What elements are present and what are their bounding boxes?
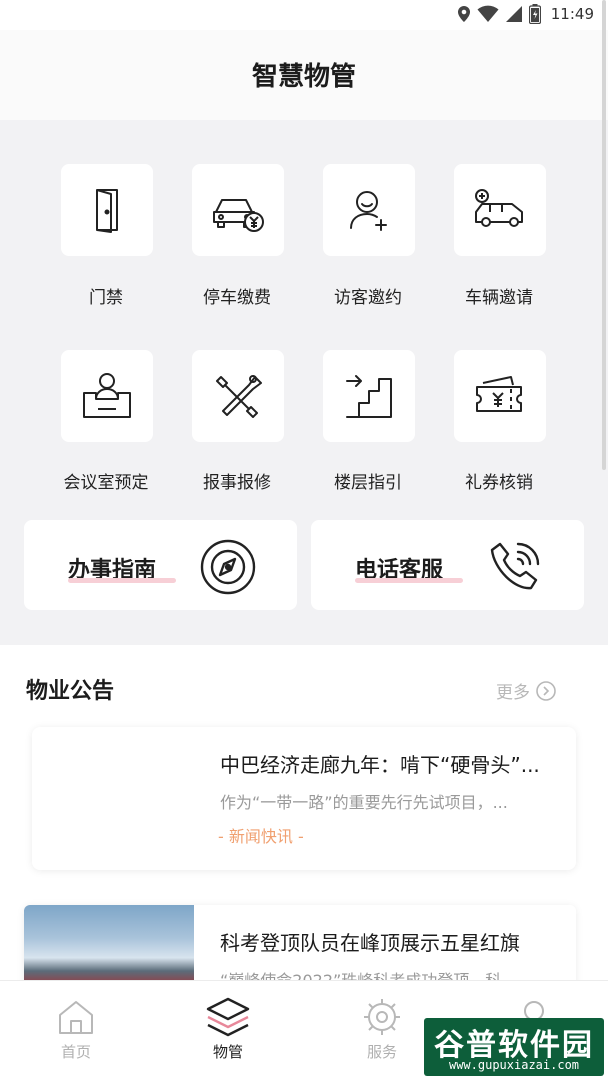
- service-tile-voucher[interactable]: [454, 350, 546, 442]
- section-title: 物业公告: [26, 679, 115, 704]
- notice-section: 物业公告 更多 中巴经济走廊九年：啃下“硬骨头”... 作为“一带一路”的重要先…: [0, 645, 608, 980]
- scrollbar[interactable]: [602, 0, 606, 470]
- meeting-room-icon: [83, 373, 131, 418]
- service-grid: 门禁 停车缴费 访客邀约 车辆邀请 会议室预定 报事报修 楼层指引 礼券核销 办…: [0, 120, 608, 645]
- tab-home[interactable]: 首页: [36, 997, 116, 1062]
- service-label: 车辆邀请: [465, 288, 533, 308]
- news-title: 中巴经济走廊九年：啃下“硬骨头”...: [220, 753, 540, 777]
- service-label: 访客邀约: [334, 288, 402, 308]
- tab-label: 服务: [366, 1043, 397, 1061]
- home-icon: [59, 1001, 93, 1034]
- header: 智慧物管: [0, 30, 608, 120]
- guide-card[interactable]: 办事指南: [24, 520, 297, 610]
- more-label: 更多: [496, 683, 530, 703]
- tab-label: 首页: [60, 1043, 91, 1061]
- watermark-logo: 谷普软件园 www.gupuxiazai.com: [424, 1018, 604, 1076]
- service-tile-visitor-invite[interactable]: [323, 164, 415, 256]
- news-tag: - 新闻快讯 -: [218, 827, 304, 846]
- service-label: 报事报修: [203, 473, 271, 493]
- service-tile-vehicle-invite[interactable]: [454, 164, 546, 256]
- service-label: 礼券核销: [465, 473, 533, 493]
- location-icon: [457, 6, 470, 22]
- news-title: 科考登顶队员在峰顶展示五星红旗: [220, 931, 520, 955]
- service-label: 楼层指引: [334, 473, 402, 493]
- news-desc: 作为“一带一路”的重要先行先试项目，...: [220, 793, 508, 812]
- tab-property[interactable]: 物管: [188, 997, 268, 1062]
- news-thumbnail: [24, 905, 194, 980]
- chevron-right-circle-icon: [536, 680, 556, 701]
- service-tile-floor-guide[interactable]: [323, 350, 415, 442]
- service-label: 会议室预定: [63, 473, 149, 493]
- news-card[interactable]: 科考登顶队员在峰顶展示五星红旗 “巅峰使命2022”珠峰科考成功登顶，科...: [24, 905, 576, 980]
- service-tile-repair[interactable]: [192, 350, 284, 442]
- parking-fee-icon: [213, 199, 264, 232]
- compass-icon: [200, 539, 256, 595]
- tab-label: 物管: [212, 1043, 243, 1061]
- signal-icon: [505, 6, 522, 22]
- repair-tools-icon: [216, 375, 262, 418]
- battery-icon: [528, 4, 541, 24]
- phone-icon: [490, 542, 540, 590]
- status-icons: 11:49: [457, 4, 594, 24]
- layers-icon: [206, 997, 250, 1037]
- voucher-icon: [476, 376, 522, 412]
- status-time: 11:49: [550, 5, 594, 23]
- floor-guide-icon: [346, 375, 392, 418]
- status-bar: 11:49: [0, 0, 608, 30]
- service-label: 停车缴费: [203, 288, 271, 308]
- news-desc: “巅峰使命2022”珠峰科考成功登顶，科...: [220, 967, 565, 980]
- service-tile-parking-fee[interactable]: [192, 164, 284, 256]
- vehicle-invite-icon: [475, 189, 523, 227]
- door-icon: [96, 189, 118, 233]
- page-title: 智慧物管: [251, 62, 356, 92]
- watermark-url: www.gupuxiazai.com: [448, 1058, 580, 1072]
- gear-icon: [364, 999, 400, 1035]
- service-tile-door-access[interactable]: [61, 164, 153, 256]
- label-underline: [355, 578, 463, 583]
- visitor-invite-icon: [350, 191, 387, 231]
- wifi-icon: [477, 5, 499, 22]
- label-underline: [68, 578, 176, 583]
- service-label: 门禁: [89, 288, 123, 308]
- tab-service[interactable]: 服务: [342, 997, 422, 1062]
- more-link[interactable]: 更多: [496, 678, 556, 703]
- news-card[interactable]: 中巴经济走廊九年：啃下“硬骨头”... 作为“一带一路”的重要先行先试项目，..…: [32, 727, 576, 870]
- service-tile-meeting-room[interactable]: [61, 350, 153, 442]
- phone-service-card[interactable]: 电话客服: [311, 520, 584, 610]
